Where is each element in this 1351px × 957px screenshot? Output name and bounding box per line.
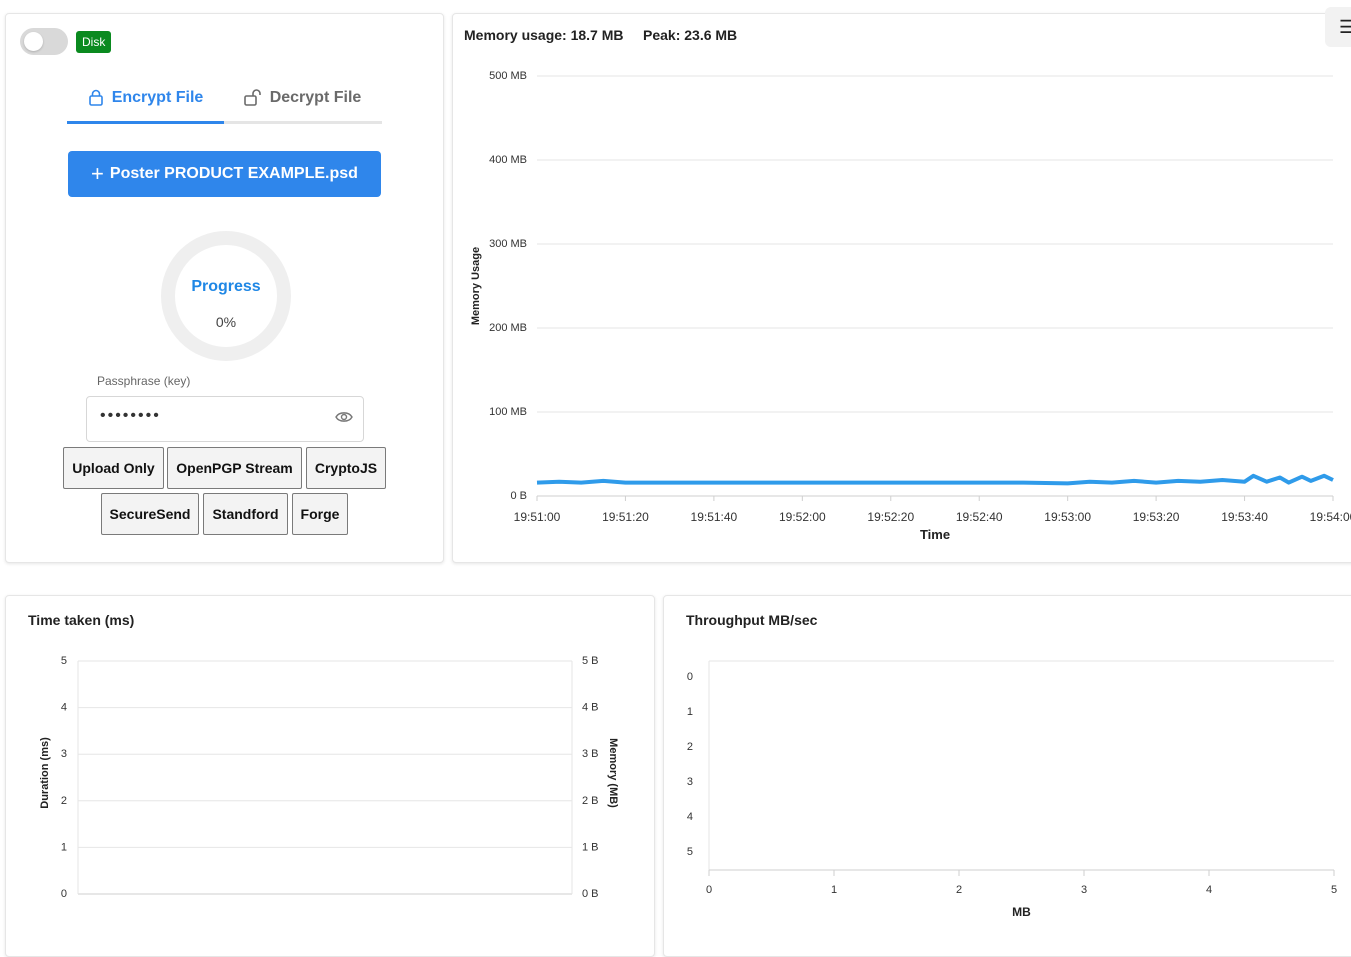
- y-axis-title: Duration (ms): [39, 737, 51, 809]
- progress-value: 0%: [215, 314, 237, 330]
- tab-label: Encrypt File: [111, 88, 204, 106]
- storage-toggle[interactable]: [20, 28, 68, 55]
- y2-axis-title: Memory (MB): [607, 738, 619, 808]
- y2-tick-label: 3 B: [582, 748, 599, 760]
- y-tick-label: 0: [61, 888, 67, 900]
- encryption-panel: Disk Encrypt File Decrypt File + Poster …: [5, 13, 444, 563]
- progress-label: Progress: [191, 278, 261, 295]
- y-tick-label: 5: [61, 655, 67, 667]
- y-tick-label: 4: [687, 811, 693, 823]
- toggle-knob: [24, 32, 43, 51]
- y-tick-label: 4: [61, 702, 67, 714]
- x-tick-label: 0: [706, 884, 712, 896]
- y-tick-label: 400 MB: [489, 154, 527, 166]
- lock-icon: [88, 89, 103, 106]
- upload-only-button[interactable]: Upload Only: [63, 447, 164, 489]
- passphrase-value: ••••••••: [100, 407, 161, 424]
- y-tick-label: 100 MB: [489, 406, 527, 418]
- x-tick-label: 19:53:00: [1044, 510, 1091, 524]
- y2-tick-label: 2 B: [582, 795, 599, 807]
- x-tick-label: 19:54:00: [1310, 510, 1351, 524]
- x-axis-title: Time: [920, 527, 950, 542]
- time-chart-plot: 0 1 2 3 4 5 0 B 1 B 2 B 3 B 4 B 5 B Duration (ms) Mem…: [39, 655, 619, 900]
- storage-badge: Disk: [76, 31, 112, 53]
- y-tick-label: 1: [61, 841, 67, 853]
- x-tick-label: 19:52:20: [867, 510, 914, 524]
- file-button-label: Poster PRODUCT EXAMPLE.psd: [109, 165, 358, 182]
- y-tick-label: 2: [687, 741, 693, 753]
- x-tick-label: 3: [1081, 884, 1087, 896]
- y-tick-label: 300 MB: [489, 238, 527, 250]
- x-axis-title: MB: [1012, 905, 1031, 919]
- y2-tick-label: 5 B: [582, 655, 599, 667]
- passphrase-label: Passphrase (key): [97, 374, 191, 388]
- memory-chart-plot: 0 B 100 MB 200 MB 300 MB 400 MB 500 MB 19:51:0…: [470, 70, 1351, 542]
- y-axis-title: Memory Usage: [470, 247, 482, 325]
- openpgp-stream-button[interactable]: OpenPGP Stream: [167, 447, 302, 489]
- y-tick-label: 0: [687, 671, 693, 683]
- cryptojs-button[interactable]: CryptoJS: [306, 447, 386, 489]
- forge-button[interactable]: Forge: [292, 493, 348, 535]
- y-tick-label: 1: [687, 706, 693, 718]
- plus-icon: +: [91, 161, 104, 186]
- progress-ring: [161, 231, 291, 361]
- time-taken-chart: Time taken (ms) 0123450 B1 B2 B3 B4 B5 B…: [5, 595, 655, 957]
- x-tick-label: 4: [1206, 884, 1212, 896]
- x-tick-label: 19:51:40: [691, 510, 738, 524]
- x-tick-label: 19:51:00: [514, 510, 561, 524]
- show-password-icon[interactable]: [335, 410, 353, 424]
- x-tick-label: 19:51:20: [602, 510, 649, 524]
- y2-tick-label: 0 B: [582, 888, 599, 900]
- tab-encrypt-file[interactable]: Encrypt File: [67, 74, 224, 124]
- y-tick-label: 3: [61, 748, 67, 760]
- x-tick-label: 19:53:20: [1133, 510, 1180, 524]
- x-tick-label: 19:52:40: [956, 510, 1003, 524]
- memory-series-line: [536, 473, 1334, 486]
- y-tick-label: 5: [687, 846, 693, 858]
- x-tick-label: 1: [831, 884, 837, 896]
- tab-decrypt-file[interactable]: Decrypt File: [224, 74, 381, 121]
- tab-label: Decrypt File: [269, 88, 362, 106]
- securesend-button[interactable]: SecureSend: [101, 493, 199, 535]
- y-tick-label: 0 B: [510, 490, 527, 502]
- x-tick-label: 19:53:40: [1221, 510, 1268, 524]
- mode-tabs: Encrypt File Decrypt File: [67, 74, 382, 124]
- y2-tick-label: 4 B: [582, 702, 599, 714]
- passphrase-input[interactable]: ••••••••: [86, 396, 364, 442]
- throughput-chart: Throughput MB/sec 0 1 2 3 4 5 0 1 2 3 4 5 MB: [663, 595, 1351, 957]
- unlock-icon: [243, 89, 261, 106]
- x-tick-label: 19:52:00: [779, 510, 826, 524]
- throughput-chart-plot: 0 1 2 3 4 5 0 1 2 3 4 5 MB: [687, 660, 1337, 919]
- y-tick-label: 200 MB: [489, 322, 527, 334]
- x-tick-label: 5: [1331, 884, 1337, 896]
- y-tick-label: 3: [687, 776, 693, 788]
- standford-button[interactable]: Standford: [203, 493, 288, 535]
- memory-usage-chart: Memory usage: 18.7 MB Peak: 23.6 MB ☰ 0 …: [452, 7, 1351, 563]
- y-tick-label: 500 MB: [489, 70, 527, 82]
- y-tick-label: 2: [61, 795, 67, 807]
- y2-tick-label: 1 B: [582, 841, 599, 853]
- choose-file-button[interactable]: + Poster PRODUCT EXAMPLE.psd: [68, 151, 381, 197]
- x-tick-label: 2: [956, 884, 962, 896]
